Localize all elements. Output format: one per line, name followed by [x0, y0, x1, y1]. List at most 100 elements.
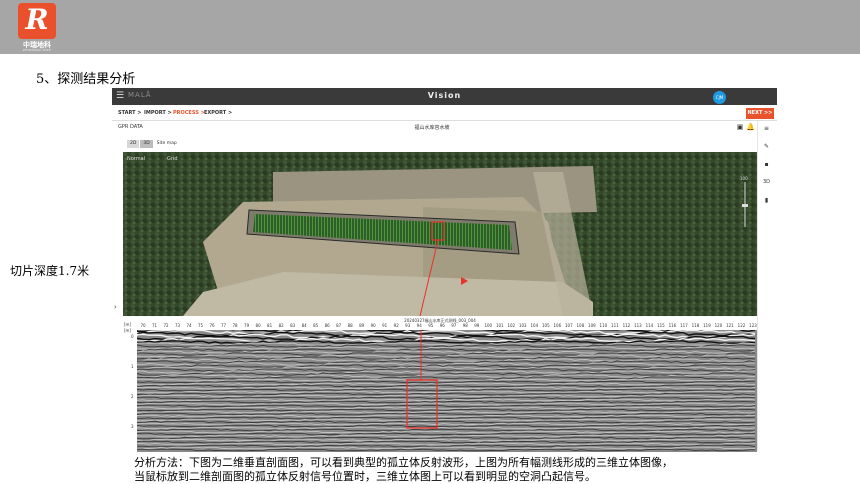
x-tick-label: 75 — [198, 323, 204, 328]
toggle-3d[interactable]: 3D — [140, 140, 153, 148]
x-tick-label: 79 — [244, 323, 250, 328]
x-tick-label: 89 — [359, 323, 365, 328]
right-tool-panel: ≡ ✎ ▪ 3D ▮ — [757, 121, 776, 451]
x-tick-label: 86 — [324, 323, 330, 328]
y-tick-label: 0 — [131, 334, 134, 339]
toggle-2d[interactable]: 2D — [127, 140, 140, 148]
pin-icon[interactable]: ✎ — [762, 143, 771, 152]
x-tick-label: 87 — [336, 323, 342, 328]
x-tick-label: 96 — [439, 323, 445, 328]
depth-zoom-label: 100 — [740, 176, 748, 181]
export-icon[interactable]: ▮ — [762, 197, 771, 206]
view-toggle: 2D 3D Site map — [127, 140, 180, 148]
x-tick-label: 122 — [737, 323, 746, 328]
x-tick-label: 70 — [140, 323, 146, 328]
x-tick-label: 81 — [267, 323, 273, 328]
x-tick-label: 84 — [301, 323, 307, 328]
section-title: 5、探测结果分析 — [36, 72, 136, 87]
x-axis-unit: [m] — [124, 322, 132, 327]
x-tick-label: 88 — [347, 323, 353, 328]
caption-line-1: 分析方法：下图为二维垂直剖面图，可以看到典型的孤立体反射波形，上图为所有幅测线形… — [134, 456, 673, 469]
map-tool-normal[interactable]: Normal — [127, 156, 145, 162]
x-tick-label: 106 — [553, 323, 562, 328]
x-tick-label: 90 — [370, 323, 376, 328]
x-tick-label: 120 — [714, 323, 723, 328]
satellite-3d-view[interactable]: Normal Grid 100 — [123, 152, 757, 316]
x-tick-label: 118 — [691, 323, 700, 328]
step-export[interactable]: EXPORT > — [204, 110, 232, 116]
radargram-image — [137, 330, 757, 452]
slice-depth-label: 切片深度1.7米 — [10, 264, 90, 278]
x-tick-label: 92 — [393, 323, 399, 328]
step-start[interactable]: START > — [118, 110, 141, 116]
satellite-map-image — [123, 152, 757, 316]
x-tick-label: 111 — [611, 323, 619, 328]
x-tick-label: 71 — [151, 323, 158, 328]
x-tick-label: 108 — [576, 323, 585, 328]
x-tick-label: 123 — [749, 323, 757, 328]
x-tick-label: 102 — [507, 323, 516, 328]
caption-line-2: 当鼠标放到二维剖面图的孤立体反射信号位置时，三维立体图上可以看到明显的空洞凸起信… — [134, 470, 596, 483]
screenshot-icon[interactable]: ▣ — [736, 123, 744, 131]
x-tick-label: 74 — [186, 323, 192, 328]
x-tick-label: 73 — [174, 323, 181, 328]
x-tick-label: 112 — [622, 323, 631, 328]
x-tick-label: 80 — [255, 323, 261, 328]
y-axis-unit: [m] — [124, 328, 132, 333]
left-collapse-strip: › — [112, 133, 120, 452]
logo-letter: R — [25, 3, 49, 36]
project-name: 福山水库容水坡 — [414, 125, 450, 131]
x-tick-label: 97 — [451, 323, 457, 328]
analysis-caption: 分析方法：下图为二维垂直剖面图，可以看到典型的孤立体反射波形，上图为所有幅测线形… — [134, 456, 774, 484]
x-tick-label: 121 — [726, 323, 734, 328]
x-tick-label: 99 — [474, 323, 480, 328]
x-tick-label: 104 — [530, 323, 539, 328]
x-tick-label: 77 — [221, 323, 227, 328]
radargram-2d-profile[interactable]: 20240327福山水库正式测线_003_004 [m] [m] 70 71 72 7… — [123, 318, 757, 452]
x-tick-label: 82 — [278, 323, 284, 328]
x-tick-label: 115 — [657, 323, 665, 328]
user-avatar[interactable]: CJM — [713, 91, 726, 104]
expand-panel-icon[interactable]: › — [114, 303, 117, 311]
x-tick-label: 119 — [703, 323, 711, 328]
x-tick-label: 105 — [542, 323, 550, 328]
x-tick-label: 85 — [313, 323, 319, 328]
layers-icon[interactable]: ≡ — [762, 125, 771, 134]
x-tick-label: 109 — [588, 323, 596, 328]
company-logo: R 中瑞地科 ZHONGRUI DIKE — [14, 3, 58, 52]
toggle-site-map[interactable]: Site map — [154, 140, 180, 148]
workflow-steps: START > IMPORT > PROCESS > EXPORT > NEXT… — [112, 107, 777, 121]
x-tick-label: 117 — [680, 323, 688, 328]
x-tick-label: 110 — [599, 323, 608, 328]
top-banner — [0, 0, 860, 54]
x-tick-label: 83 — [290, 323, 296, 328]
legend-icon[interactable]: ▪ — [762, 161, 771, 170]
x-tick-label: 95 — [428, 323, 434, 328]
x-tick-label: 113 — [634, 323, 642, 328]
data-subbar: GPR DATA 福山水库容水坡 ▣ 🔔 — [112, 121, 755, 133]
next-button[interactable]: NEXT >> — [746, 108, 774, 119]
y-tick-label: 1 — [131, 364, 134, 369]
app-titlebar: ☰ MALÅ Vision CJM — [112, 88, 777, 105]
x-tick-label: 103 — [518, 323, 527, 328]
step-import[interactable]: IMPORT > — [144, 110, 172, 116]
x-tick-label: 76 — [209, 323, 215, 328]
x-tick-label: 78 — [232, 323, 238, 328]
x-tick-label: 72 — [163, 323, 169, 328]
x-tick-label: 114 — [645, 323, 654, 328]
3d-icon[interactable]: 3D — [762, 179, 771, 188]
x-tick-label: 93 — [405, 323, 411, 328]
map-tool-grid[interactable]: Grid — [167, 156, 178, 162]
step-process[interactable]: PROCESS > — [173, 110, 205, 116]
x-tick-label: 100 — [484, 323, 493, 328]
x-tick-label: 94 — [416, 323, 422, 328]
app-window: ☰ MALÅ Vision CJM START > IMPORT > PROCE… — [112, 88, 777, 452]
logo-english-name: ZHONGRUI DIKE — [22, 48, 52, 52]
x-tick-label: 107 — [565, 323, 573, 328]
y-tick-label: 2 — [131, 394, 134, 399]
x-tick-label: 91 — [382, 323, 388, 328]
bell-icon[interactable]: 🔔 — [746, 123, 755, 131]
app-title: Vision — [427, 91, 462, 100]
x-tick-label: 98 — [462, 323, 468, 328]
x-tick-label: 101 — [495, 323, 504, 328]
